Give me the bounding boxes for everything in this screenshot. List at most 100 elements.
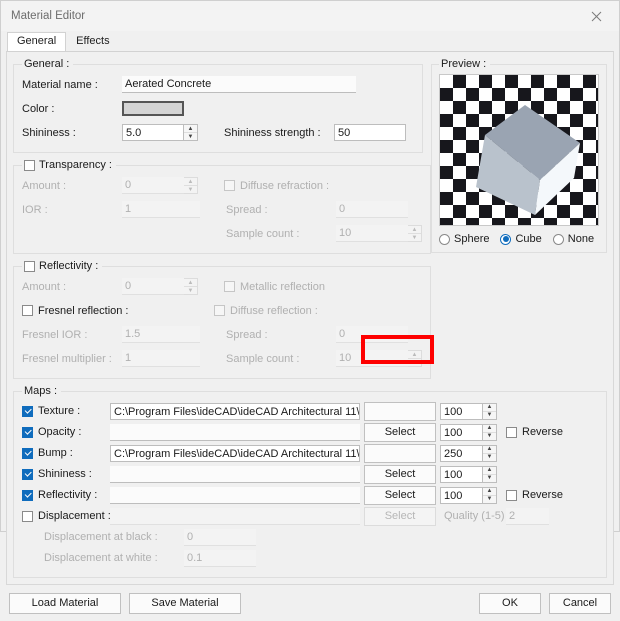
- reflectivity-map-path-input[interactable]: [110, 487, 360, 504]
- fresnel-reflection-checkbox[interactable]: [22, 305, 33, 316]
- bump-checkbox[interactable]: [22, 448, 33, 459]
- reflectivity-reverse-toggle[interactable]: Reverse: [506, 489, 563, 501]
- shininess-map-amount-stepper[interactable]: ▲ ▼: [483, 466, 497, 483]
- ior-input[interactable]: 1: [122, 201, 200, 218]
- none-radio-icon[interactable]: [553, 234, 564, 245]
- stepper-down-icon[interactable]: ▼: [483, 454, 496, 461]
- reflectivity-map-amount-input[interactable]: 100: [440, 487, 483, 504]
- opacity-amount-stepper[interactable]: ▲ ▼: [483, 424, 497, 441]
- stepper-up-icon[interactable]: ▲: [483, 425, 496, 433]
- stepper-up-icon[interactable]: ▲: [184, 279, 197, 287]
- texture-amount-stepper[interactable]: ▲ ▼: [483, 403, 497, 420]
- stepper-down-icon[interactable]: ▼: [408, 359, 421, 366]
- stepper-down-icon[interactable]: ▼: [184, 287, 197, 294]
- transparency-sample-count-input[interactable]: 10: [336, 225, 408, 242]
- reflectivity-map-checkbox[interactable]: [22, 490, 33, 501]
- opacity-amount-input[interactable]: 100: [440, 424, 483, 441]
- radio-none[interactable]: None: [553, 233, 594, 245]
- displacement-black-input[interactable]: 0: [184, 529, 256, 546]
- texture-path-input[interactable]: C:\Program Files\ideCAD\ideCAD Architect…: [110, 403, 360, 420]
- opacity-select-button[interactable]: Select: [364, 423, 436, 442]
- stepper-up-icon[interactable]: ▲: [184, 125, 197, 133]
- reflectivity-map-toggle[interactable]: Reflectivity :: [22, 489, 110, 501]
- reflectivity-amount-stepper[interactable]: ▲ ▼: [184, 278, 198, 295]
- diffuse-refraction-checkbox[interactable]: [224, 180, 235, 191]
- reflectivity-map-amount-stepper[interactable]: ▲ ▼: [483, 487, 497, 504]
- displacement-path-input[interactable]: [110, 508, 360, 525]
- tab-effects[interactable]: Effects: [66, 32, 119, 51]
- metallic-reflection-row[interactable]: Metallic reflection: [224, 281, 325, 293]
- displacement-checkbox[interactable]: [22, 511, 33, 522]
- stepper-down-icon[interactable]: ▼: [483, 433, 496, 440]
- reflectivity-amount-input[interactable]: 0: [122, 278, 184, 295]
- stepper-down-icon[interactable]: ▼: [184, 186, 197, 193]
- save-material-button[interactable]: Save Material: [129, 593, 241, 614]
- shininess-map-path-input[interactable]: [110, 466, 360, 483]
- tab-general[interactable]: General: [7, 32, 66, 51]
- transparency-amount-stepper[interactable]: ▲ ▼: [184, 177, 198, 194]
- displacement-select-button[interactable]: Select: [364, 507, 436, 526]
- stepper-down-icon[interactable]: ▼: [483, 475, 496, 482]
- stepper-up-icon[interactable]: ▲: [483, 446, 496, 454]
- radio-sphere[interactable]: Sphere: [439, 233, 489, 245]
- stepper-down-icon[interactable]: ▼: [483, 412, 496, 419]
- reflectivity-map-select-button[interactable]: Select: [364, 486, 436, 505]
- displacement-quality-input[interactable]: 2: [506, 508, 549, 525]
- texture-toggle[interactable]: Texture :: [22, 405, 110, 417]
- sphere-radio-icon[interactable]: [439, 234, 450, 245]
- stepper-up-icon[interactable]: ▲: [184, 178, 197, 186]
- bump-select-button[interactable]: [364, 444, 436, 463]
- cube-radio-icon[interactable]: [500, 234, 511, 245]
- opacity-reverse-toggle[interactable]: Reverse: [506, 426, 563, 438]
- texture-checkbox[interactable]: [22, 406, 33, 417]
- reflectivity-sample-count-stepper[interactable]: ▲ ▼: [408, 350, 422, 367]
- opacity-path-input[interactable]: [110, 424, 360, 441]
- opacity-toggle[interactable]: Opacity :: [22, 426, 110, 438]
- diffuse-refraction-row[interactable]: Diffuse refraction :: [224, 180, 329, 192]
- stepper-up-icon[interactable]: ▲: [483, 467, 496, 475]
- reflectivity-sample-count-input[interactable]: 10: [336, 350, 408, 367]
- diffuse-reflection-toggle[interactable]: Diffuse reflection :: [214, 305, 318, 317]
- diffuse-reflection-checkbox[interactable]: [214, 305, 225, 316]
- stepper-up-icon[interactable]: ▲: [408, 351, 421, 359]
- cancel-button[interactable]: Cancel: [549, 593, 611, 614]
- shininess-map-amount-input[interactable]: 100: [440, 466, 483, 483]
- shininess-map-checkbox[interactable]: [22, 469, 33, 480]
- transparency-amount-input[interactable]: 0: [122, 177, 184, 194]
- fresnel-ior-input[interactable]: 1.5: [122, 326, 200, 343]
- stepper-up-icon[interactable]: ▲: [483, 488, 496, 496]
- material-name-input[interactable]: Aerated Concrete: [122, 76, 356, 93]
- close-icon[interactable]: [574, 1, 619, 31]
- bump-path-input[interactable]: C:\Program Files\ideCAD\ideCAD Architect…: [110, 445, 360, 462]
- shininess-strength-input[interactable]: 50: [334, 124, 406, 141]
- reflectivity-checkbox[interactable]: [24, 261, 35, 272]
- shininess-map-select-button[interactable]: Select: [364, 465, 436, 484]
- ok-button[interactable]: OK: [479, 593, 541, 614]
- metallic-reflection-checkbox[interactable]: [224, 281, 235, 292]
- stepper-down-icon[interactable]: ▼: [408, 234, 421, 241]
- reflectivity-spread-input[interactable]: 0: [336, 326, 408, 343]
- load-material-button[interactable]: Load Material: [9, 593, 121, 614]
- transparency-checkbox[interactable]: [24, 160, 35, 171]
- radio-cube[interactable]: Cube: [500, 233, 541, 245]
- fresnel-reflection-toggle[interactable]: Fresnel reflection :: [22, 305, 200, 317]
- stepper-up-icon[interactable]: ▲: [483, 404, 496, 412]
- shininess-stepper[interactable]: ▲ ▼: [184, 124, 198, 141]
- bump-amount-stepper[interactable]: ▲ ▼: [483, 445, 497, 462]
- stepper-up-icon[interactable]: ▲: [408, 226, 421, 234]
- shininess-input[interactable]: 5.0: [122, 124, 184, 141]
- stepper-down-icon[interactable]: ▼: [184, 133, 197, 140]
- texture-amount-input[interactable]: 100: [440, 403, 483, 420]
- transparency-sample-count-stepper[interactable]: ▲ ▼: [408, 225, 422, 242]
- displacement-toggle[interactable]: Displacement :: [22, 510, 110, 522]
- shininess-map-toggle[interactable]: Shininess :: [22, 468, 110, 480]
- fresnel-multiplier-input[interactable]: 1: [122, 350, 200, 367]
- color-swatch-button[interactable]: [122, 101, 184, 116]
- reflectivity-reverse-checkbox[interactable]: [506, 490, 517, 501]
- transparency-spread-input[interactable]: 0: [336, 201, 408, 218]
- opacity-reverse-checkbox[interactable]: [506, 427, 517, 438]
- bump-amount-input[interactable]: 250: [440, 445, 483, 462]
- displacement-white-input[interactable]: 0.1: [184, 550, 256, 567]
- opacity-checkbox[interactable]: [22, 427, 33, 438]
- stepper-down-icon[interactable]: ▼: [483, 496, 496, 503]
